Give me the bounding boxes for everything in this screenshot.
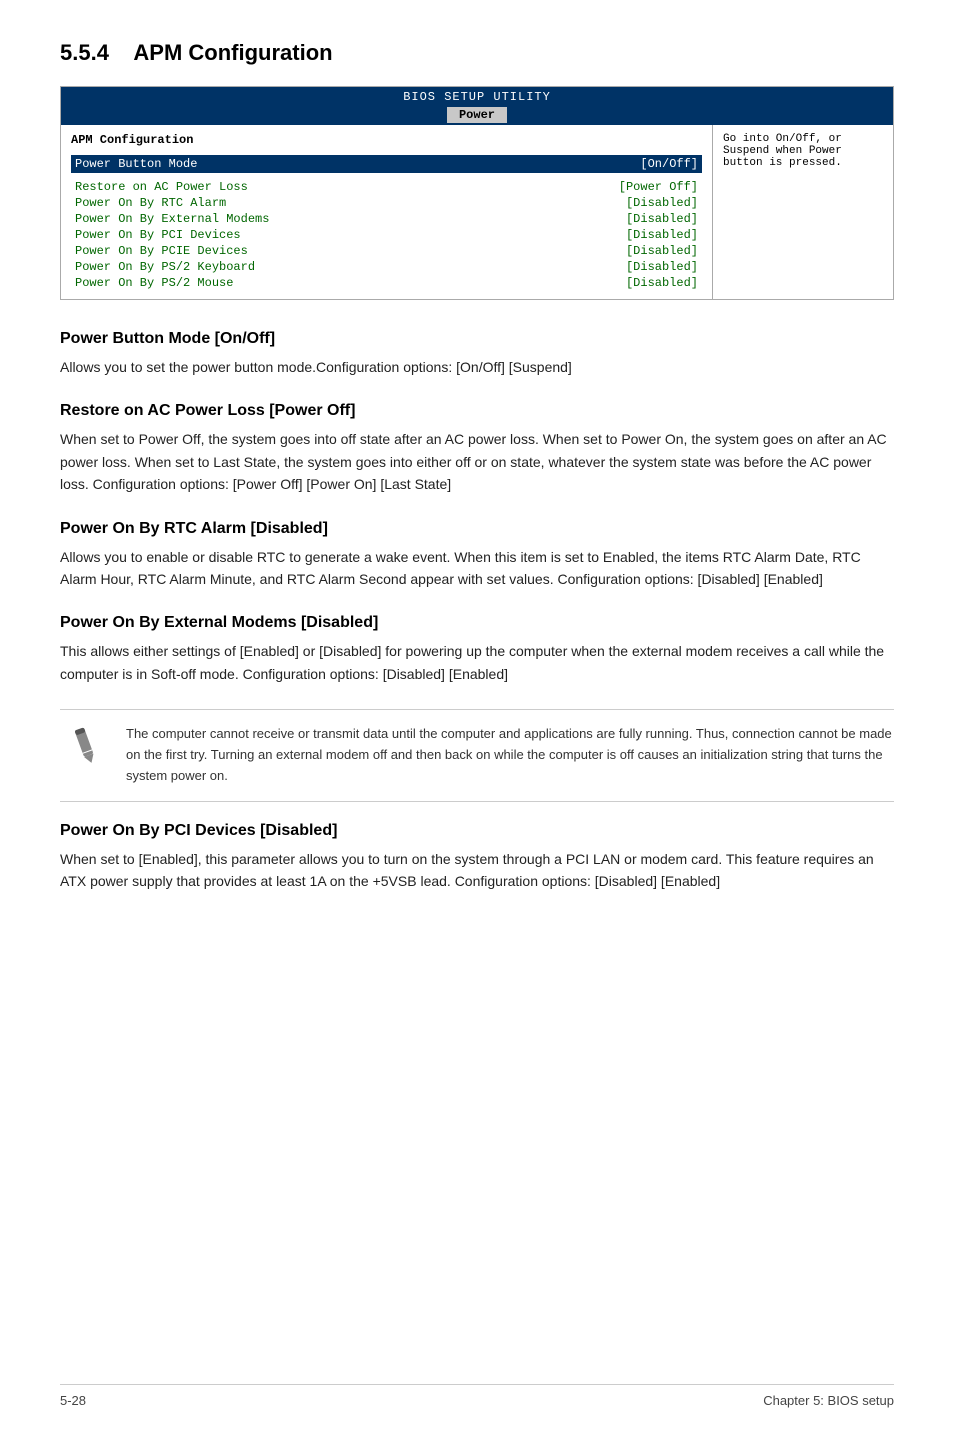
subsection-power-on-pci-devices: Power On By PCI Devices [Disabled] When s… xyxy=(60,822,894,893)
subsection-body-restore-ac-power-loss: When set to Power Off, the system goes i… xyxy=(60,428,894,495)
subsection-body-power-on-external-modems: This allows either settings of [Enabled]… xyxy=(60,640,894,685)
bios-row-label: Power On By External Modems xyxy=(75,212,269,226)
bios-row-label: Power On By RTC Alarm xyxy=(75,196,226,210)
section-heading: 5.5.4 APM Configuration xyxy=(60,40,894,66)
subsection-power-on-rtc-alarm: Power On By RTC Alarm [Disabled] Allows y… xyxy=(60,520,894,591)
bios-row-label: Power On By PCIE Devices xyxy=(75,244,248,258)
bios-row-value: [Disabled] xyxy=(626,228,698,242)
bios-row-value: [Disabled] xyxy=(626,260,698,274)
bios-title-bar: BIOS SETUP UTILITY xyxy=(61,87,893,107)
subsection-body-power-on-pci-devices: When set to [Enabled], this parameter al… xyxy=(60,848,894,893)
bios-row-value: [Disabled] xyxy=(626,276,698,290)
bios-title: BIOS SETUP UTILITY xyxy=(403,90,551,104)
bios-row: Power On By PS/2 Keyboard [Disabled] xyxy=(71,259,702,275)
subsection-restore-ac-power-loss: Restore on AC Power Loss [Power Off] When… xyxy=(60,402,894,495)
bios-highlighted-label: Power Button Mode xyxy=(75,157,197,171)
bios-row: Power On By RTC Alarm [Disabled] xyxy=(71,195,702,211)
section-number: 5.5.4 xyxy=(60,40,109,65)
bios-screenshot-box: BIOS SETUP UTILITY Power APM Configurati… xyxy=(60,86,894,300)
subsection-heading-power-on-pci-devices: Power On By PCI Devices [Disabled] xyxy=(60,822,894,840)
footer-right: Chapter 5: BIOS setup xyxy=(763,1393,894,1408)
subsections-container: Power Button Mode [On/Off] Allows you to … xyxy=(60,330,894,892)
pencil-icon xyxy=(67,724,103,766)
bios-row-value: [Disabled] xyxy=(626,244,698,258)
subsection-heading-power-on-external-modems: Power On By External Modems [Disabled] xyxy=(60,614,894,632)
bios-row-value: [Power Off] xyxy=(619,180,698,194)
bios-tab-row: Power xyxy=(61,107,893,125)
bios-row: Power On By PCI Devices [Disabled] xyxy=(71,227,702,243)
bios-highlighted-value: [On/Off] xyxy=(640,157,698,171)
subsection-heading-power-on-rtc-alarm: Power On By RTC Alarm [Disabled] xyxy=(60,520,894,538)
bios-content: APM Configuration Power Button Mode [On/… xyxy=(61,125,893,299)
bios-right-panel: Go into On/Off, or Suspend when Power bu… xyxy=(713,125,893,299)
subsection-body-power-on-rtc-alarm: Allows you to enable or disable RTC to g… xyxy=(60,546,894,591)
bios-sidebar-text: Go into On/Off, or Suspend when Power bu… xyxy=(723,133,842,169)
bios-highlighted-row: Power Button Mode [On/Off] xyxy=(71,155,702,173)
bios-left-panel: APM Configuration Power Button Mode [On/… xyxy=(61,125,713,299)
bios-row-label: Power On By PS/2 Mouse xyxy=(75,276,233,290)
bios-active-tab: Power xyxy=(447,107,507,123)
note-icon xyxy=(60,724,110,766)
subsection-body-power-button-mode: Allows you to set the power button mode.… xyxy=(60,356,894,378)
note-text: The computer cannot receive or transmit … xyxy=(126,724,894,786)
bios-section-label: APM Configuration xyxy=(71,133,702,147)
bios-row-value: [Disabled] xyxy=(626,212,698,226)
bios-row: Power On By PS/2 Mouse [Disabled] xyxy=(71,275,702,291)
footer-left: 5-28 xyxy=(60,1393,86,1408)
section-title: APM Configuration xyxy=(133,40,332,65)
bios-row: Power On By PCIE Devices [Disabled] xyxy=(71,243,702,259)
bios-row-label: Power On By PS/2 Keyboard xyxy=(75,260,255,274)
bios-row-label: Power On By PCI Devices xyxy=(75,228,241,242)
subsection-power-button-mode: Power Button Mode [On/Off] Allows you to … xyxy=(60,330,894,378)
bios-row: Restore on AC Power Loss [Power Off] xyxy=(71,179,702,195)
bios-row-label: Restore on AC Power Loss xyxy=(75,180,248,194)
page-footer: 5-28 Chapter 5: BIOS setup xyxy=(60,1384,894,1408)
subsection-power-on-external-modems: Power On By External Modems [Disabled] Th… xyxy=(60,614,894,685)
bios-row-value: [Disabled] xyxy=(626,196,698,210)
bios-rows-container: Restore on AC Power Loss[Power Off]Power… xyxy=(71,179,702,291)
subsection-heading-restore-ac-power-loss: Restore on AC Power Loss [Power Off] xyxy=(60,402,894,420)
bios-row: Power On By External Modems [Disabled] xyxy=(71,211,702,227)
subsection-heading-power-button-mode: Power Button Mode [On/Off] xyxy=(60,330,894,348)
note-box: The computer cannot receive or transmit … xyxy=(60,709,894,801)
